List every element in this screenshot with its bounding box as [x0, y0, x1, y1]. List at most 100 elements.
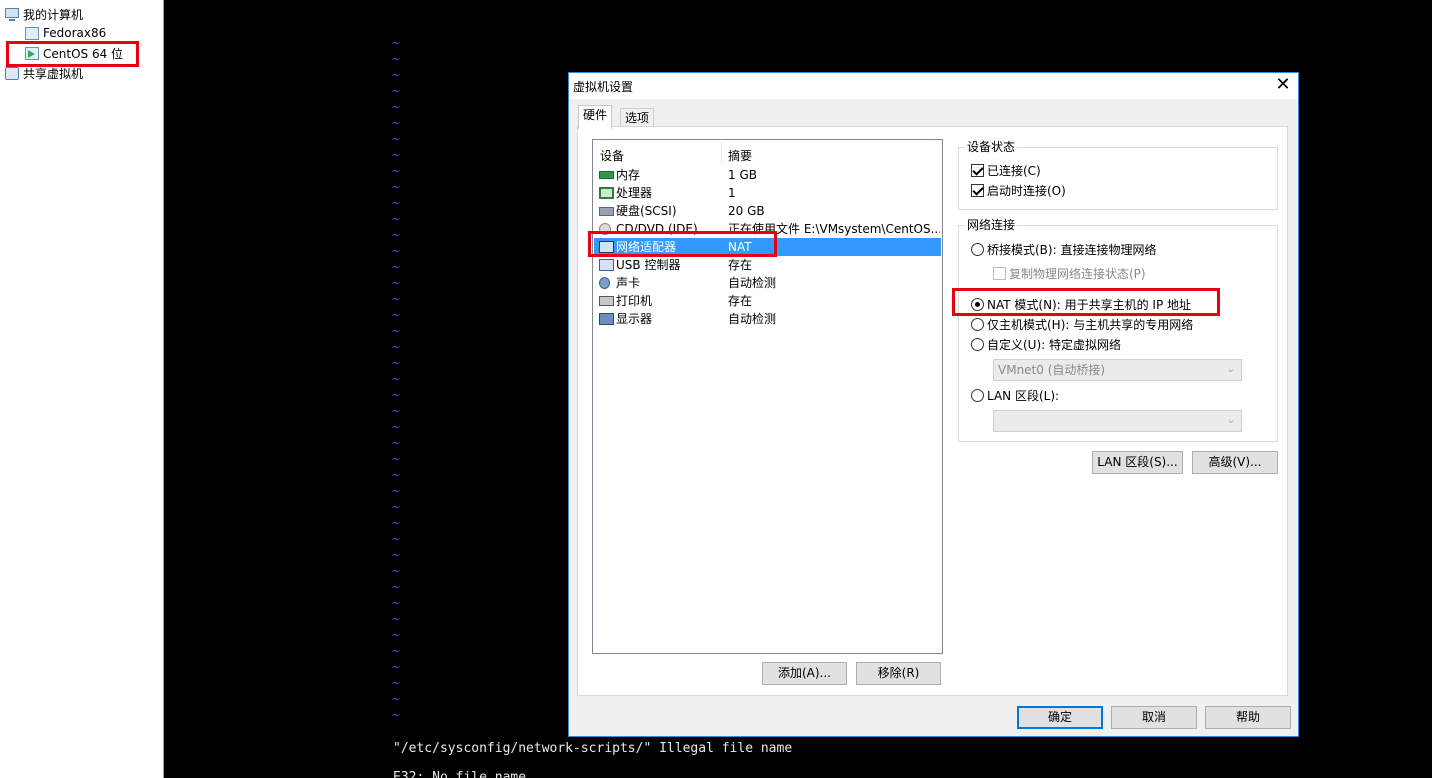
replicate-state-checkbox[interactable] — [993, 266, 1006, 280]
vim-tilde: ~ — [392, 36, 400, 50]
vim-tilde: ~ — [392, 196, 400, 210]
group-title: 网络连接 — [965, 218, 1018, 232]
vim-tilde: ~ — [392, 260, 400, 274]
connected-checkbox-row[interactable]: 已连接(C) — [971, 162, 1041, 178]
vim-tilde: ~ — [392, 708, 400, 722]
vim-tilde: ~ — [392, 340, 400, 354]
lan-segment-radio[interactable] — [971, 388, 984, 402]
lan-segment-select[interactable]: ⌄ — [993, 410, 1242, 432]
device-status-group: 设备状态 已连接(C) 启动时连接(O) — [958, 140, 1278, 210]
vim-tilde: ~ — [392, 356, 400, 370]
device-summary: 自动检测 — [728, 276, 777, 290]
connect-at-power-on-checkbox[interactable] — [971, 183, 984, 197]
vim-tilde: ~ — [392, 180, 400, 194]
vim-tilde: ~ — [392, 148, 400, 162]
sound-card-icon — [599, 277, 610, 289]
library-item-my-computer[interactable]: 我的计算机 — [5, 5, 83, 23]
device-row[interactable]: USB 控制器 存在 — [594, 256, 941, 274]
lan-segment-radio-row[interactable]: LAN 区段(L): — [971, 387, 1059, 403]
vim-tilde: ~ — [392, 580, 400, 594]
custom-radio[interactable] — [971, 337, 984, 351]
checkbox-label: 已连接(C) — [987, 163, 1041, 178]
device-row[interactable]: 打印机 存在 — [594, 292, 941, 310]
bridged-radio-row[interactable]: 桥接模式(B): 直接连接物理网络 — [971, 241, 1156, 257]
tab-hardware[interactable]: 硬件 — [578, 105, 613, 129]
vim-tilde: ~ — [392, 388, 400, 402]
radio-label: 桥接模式(B): 直接连接物理网络 — [987, 242, 1157, 257]
ok-button[interactable]: 确定 — [1017, 706, 1103, 729]
add-device-button[interactable]: 添加(A)... — [762, 662, 847, 685]
chevron-down-icon: ⌄ — [1226, 364, 1235, 375]
memory-icon — [599, 171, 614, 179]
device-row[interactable]: 声卡 自动检测 — [594, 274, 941, 292]
radio-label: 仅主机模式(H): 与主机共享的专用网络 — [987, 317, 1194, 332]
vim-tilde: ~ — [392, 100, 400, 114]
highlight-box-nat — [952, 288, 1220, 316]
advanced-button[interactable]: 高级(V)... — [1192, 451, 1278, 474]
help-button[interactable]: 帮助 — [1205, 706, 1291, 729]
device-summary: 存在 — [728, 294, 753, 308]
vim-tilde: ~ — [392, 228, 400, 242]
lan-segments-button[interactable]: LAN 区段(S)... — [1092, 451, 1183, 474]
vim-message: "/etc/sysconfig/network-scripts/" Illega… — [393, 741, 793, 756]
vim-tilde: ~ — [392, 548, 400, 562]
group-title: 设备状态 — [965, 140, 1018, 154]
hard-disk-icon — [599, 207, 614, 216]
vim-tilde: ~ — [392, 676, 400, 690]
replicate-state-row[interactable]: 复制物理网络连接状态(P) — [993, 265, 1146, 281]
vim-tilde: ~ — [392, 276, 400, 290]
vim-tilde: ~ — [392, 500, 400, 514]
library-item-fedorax86[interactable]: Fedorax86 — [25, 24, 106, 42]
device-row[interactable]: 显示器 自动检测 — [594, 310, 941, 328]
vim-tilde: ~ — [392, 308, 400, 322]
device-name: 硬盘(SCSI) — [616, 204, 677, 218]
device-summary: 存在 — [728, 258, 753, 272]
vm-settings-dialog: 虚拟机设置 ✕ 硬件 选项 设备 摘要 内存 1 GB 处理器 1 硬盘(SCSI) 20… — [568, 72, 1299, 737]
vim-tilde: ~ — [392, 436, 400, 450]
host-only-radio[interactable] — [971, 317, 984, 331]
device-name: 打印机 — [616, 294, 653, 308]
radio-label: 自定义(U): 特定虚拟网络 — [987, 337, 1122, 352]
vim-tilde: ~ — [392, 292, 400, 306]
chevron-down-icon: ⌄ — [1226, 415, 1235, 426]
library-item-label: 我的计算机 — [23, 7, 84, 22]
device-name: 处理器 — [616, 186, 653, 200]
printer-icon — [599, 296, 614, 306]
connected-checkbox[interactable] — [971, 163, 984, 177]
device-name: 内存 — [616, 168, 641, 182]
vim-message-second: E32: No file name — [393, 770, 527, 778]
vm-icon — [25, 26, 39, 40]
column-header-device: 设备 — [600, 149, 625, 163]
device-row[interactable]: 处理器 1 — [594, 184, 941, 202]
device-name: 显示器 — [616, 312, 653, 326]
hardware-tab-panel: 设备 摘要 内存 1 GB 处理器 1 硬盘(SCSI) 20 GB CD/DVD (IDE… — [577, 126, 1288, 696]
custom-network-select[interactable]: VMnet0 (自动桥接) ⌄ — [993, 359, 1242, 381]
computer-icon — [5, 8, 19, 21]
device-summary: 自动检测 — [728, 312, 777, 326]
vim-tilde: ~ — [392, 628, 400, 642]
vim-tilde: ~ — [392, 52, 400, 66]
device-row[interactable]: 内存 1 GB — [594, 166, 941, 184]
close-icon[interactable]: ✕ — [1268, 73, 1298, 99]
custom-radio-row[interactable]: 自定义(U): 特定虚拟网络 — [971, 336, 1121, 352]
select-value: VMnet0 (自动桥接) — [998, 363, 1106, 377]
device-row[interactable]: 硬盘(SCSI) 20 GB — [594, 202, 941, 220]
shared-vm-icon — [5, 66, 19, 80]
column-divider — [721, 142, 722, 164]
device-summary: 20 GB — [728, 204, 765, 218]
vim-tilde: ~ — [392, 596, 400, 610]
network-connection-group: 网络连接 桥接模式(B): 直接连接物理网络 复制物理网络连接状态(P) NAT… — [958, 218, 1278, 442]
connect-at-power-on-row[interactable]: 启动时连接(O) — [971, 182, 1066, 198]
vim-tilde: ~ — [392, 564, 400, 578]
vim-tilde: ~ — [392, 164, 400, 178]
vim-tilde: ~ — [392, 116, 400, 130]
remove-device-button[interactable]: 移除(R) — [856, 662, 941, 685]
device-name: 声卡 — [616, 276, 641, 290]
cancel-button[interactable]: 取消 — [1111, 706, 1197, 729]
device-name: USB 控制器 — [616, 258, 681, 272]
bridged-radio[interactable] — [971, 242, 984, 256]
device-list[interactable]: 设备 摘要 内存 1 GB 处理器 1 硬盘(SCSI) 20 GB CD/DVD (IDE… — [592, 139, 943, 654]
vim-tilde: ~ — [392, 468, 400, 482]
host-only-radio-row[interactable]: 仅主机模式(H): 与主机共享的专用网络 — [971, 316, 1193, 332]
dialog-titlebar[interactable]: 虚拟机设置 ✕ — [569, 73, 1298, 99]
